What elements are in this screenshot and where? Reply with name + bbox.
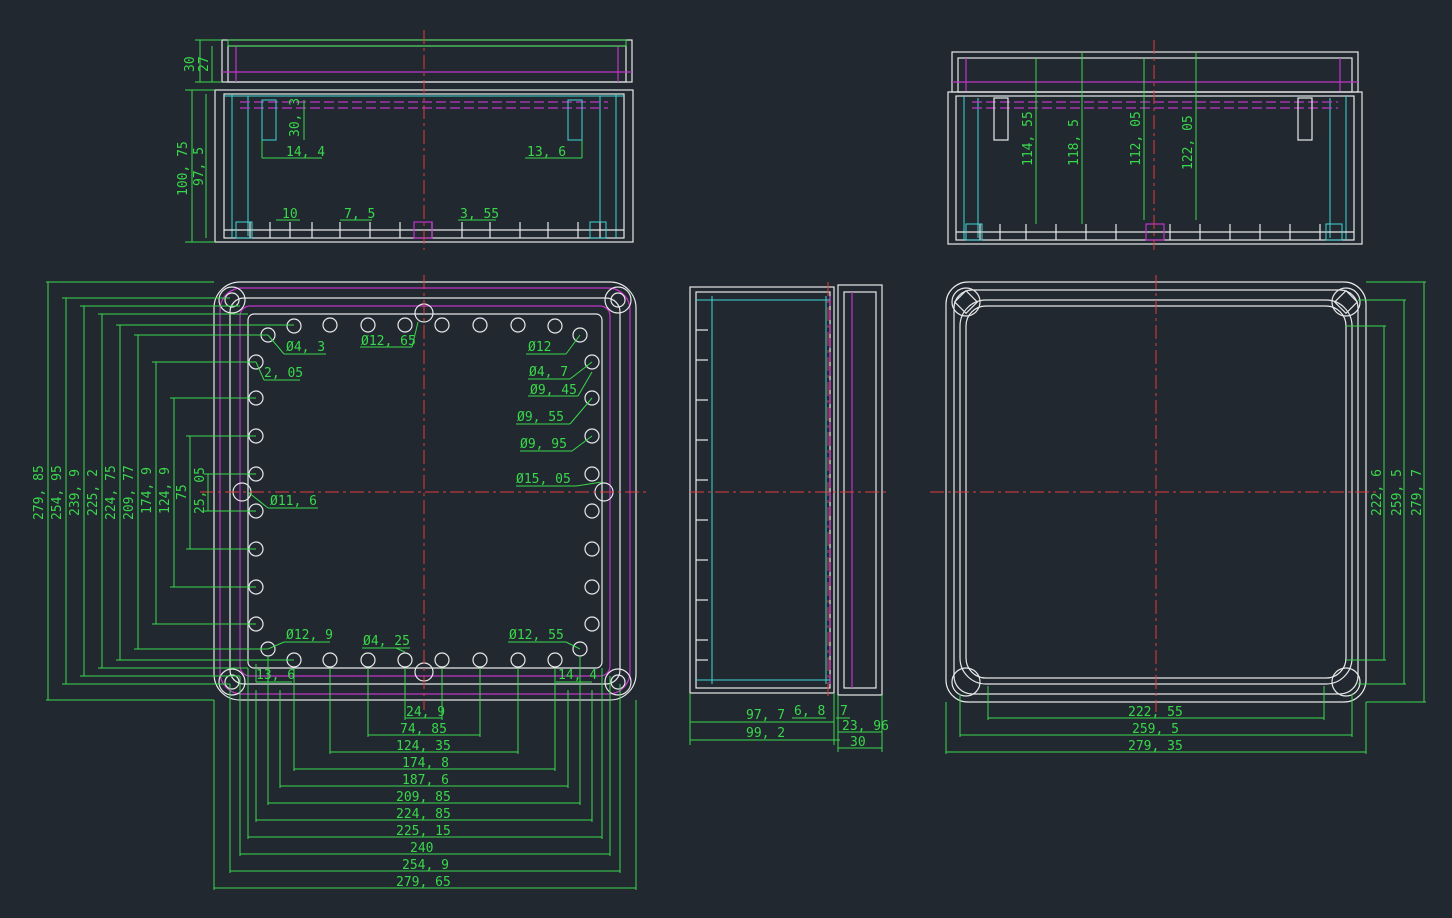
dim-plan-h4: 174, 8: [402, 756, 449, 771]
dim-lid-259-5-v: 259, 5: [1390, 469, 1405, 516]
dim-plan-v6: 209, 77: [122, 465, 137, 520]
dim-plan-h5: 187, 6: [402, 773, 449, 788]
dim-side-d: 122, 05: [1181, 115, 1196, 170]
dim-plan-v3: 239, 9: [68, 469, 83, 516]
note-2-05: 2, 05: [264, 366, 303, 381]
front-elevation-view: 30 27 100, 75 97, 5 30, 3 14, 4 13, 6 10…: [176, 30, 634, 250]
dim-plan-v8: 124, 9: [158, 467, 173, 514]
dim-section-99-2: 99, 2: [746, 726, 785, 741]
note-hole-9-95: Ø9, 95: [520, 437, 567, 452]
dim-plan-h7: 224, 85: [396, 807, 451, 822]
dim-plan-h6: 209, 85: [396, 790, 451, 805]
dim-plan-h3: 124, 35: [396, 739, 451, 754]
dim-rib-a: 10: [282, 207, 298, 222]
cad-drawing: 30 27 100, 75 97, 5 30, 3 14, 4 13, 6 10…: [32, 30, 1426, 890]
note-hole-4-3: Ø4, 3: [286, 340, 325, 355]
note-14-4: 14, 4: [558, 668, 597, 683]
side-elevation-view: 114, 55 118, 5 112, 05 122, 05: [947, 40, 1363, 250]
dim-side-b: 118, 5: [1067, 119, 1082, 166]
section-view: 97, 7 6, 8 7 99, 2 23, 96 30: [689, 282, 890, 752]
note-hole-4-25: Ø4, 25: [363, 634, 410, 649]
dim-plan-h11: 279, 65: [396, 875, 451, 890]
dim-section-7: 7: [840, 704, 848, 719]
dim-section-30: 30: [850, 735, 866, 750]
note-hole-9-45: Ø9, 45: [530, 383, 577, 398]
lid-view: 222, 55 259, 5 279, 35 222, 6 259, 5 279…: [930, 275, 1426, 754]
dim-side-c: 112, 05: [1129, 111, 1144, 166]
note-hole-4-7: Ø4, 7: [529, 365, 568, 380]
dim-plan-v10: 25, 05: [193, 467, 208, 514]
dim-lid-279-35: 279, 35: [1128, 739, 1183, 754]
dim-plan-v7: 174, 9: [140, 467, 155, 514]
dim-boss-height: 30, 3: [288, 98, 303, 137]
note-hole-12: Ø12: [528, 340, 551, 355]
note-hole-15-05: Ø15, 05: [516, 472, 571, 487]
dim-plan-h1: 24, 9: [406, 705, 445, 720]
dim-plan-v5: 224, 75: [104, 465, 119, 520]
dim-lid-height: 30: [183, 56, 198, 72]
note-hole-9-55: Ø9, 55: [517, 410, 564, 425]
dim-rib-b: 7, 5: [344, 207, 375, 222]
dim-body-height: 100, 75: [176, 141, 191, 196]
dim-lid-222-55: 222, 55: [1128, 705, 1183, 720]
note-hole-11-6: Ø11, 6: [270, 494, 317, 509]
dim-boss-left: 14, 4: [286, 145, 325, 160]
dim-plan-v9: 75: [175, 484, 190, 500]
note-hole-12-55: Ø12, 55: [509, 628, 564, 643]
note-hole-12-9: Ø12, 9: [286, 628, 333, 643]
dim-lid-259-5-h: 259, 5: [1132, 722, 1179, 737]
dim-boss-right: 13, 6: [527, 145, 566, 160]
dim-lid-inner-height: 27: [197, 56, 212, 72]
dim-plan-v1: 279, 85: [32, 465, 47, 520]
dim-section-6-8: 6, 8: [794, 704, 825, 719]
dim-plan-v4: 225, 2: [86, 469, 101, 516]
dim-rib-c: 3, 55: [460, 207, 499, 222]
note-hole-12-65: Ø12, 65: [361, 334, 416, 349]
dim-plan-h9: 240: [410, 841, 433, 856]
note-13-6: 13, 6: [256, 668, 295, 683]
dim-plan-h2: 74, 85: [400, 722, 447, 737]
dim-plan-h8: 225, 15: [396, 824, 451, 839]
dim-side-a: 114, 55: [1021, 111, 1036, 166]
dim-plan-v2: 254, 95: [50, 465, 65, 520]
plan-view: 279, 85 254, 95 239, 9 225, 2 224, 75 20…: [32, 275, 650, 890]
dim-section-23-96: 23, 96: [842, 719, 889, 734]
dim-body-inner-height: 97, 5: [192, 147, 207, 186]
dim-lid-279-7: 279, 7: [1410, 469, 1425, 516]
dim-section-97-7: 97, 7: [746, 708, 785, 723]
dim-plan-h10: 254, 9: [402, 858, 449, 873]
dim-lid-222-6: 222, 6: [1370, 469, 1385, 516]
